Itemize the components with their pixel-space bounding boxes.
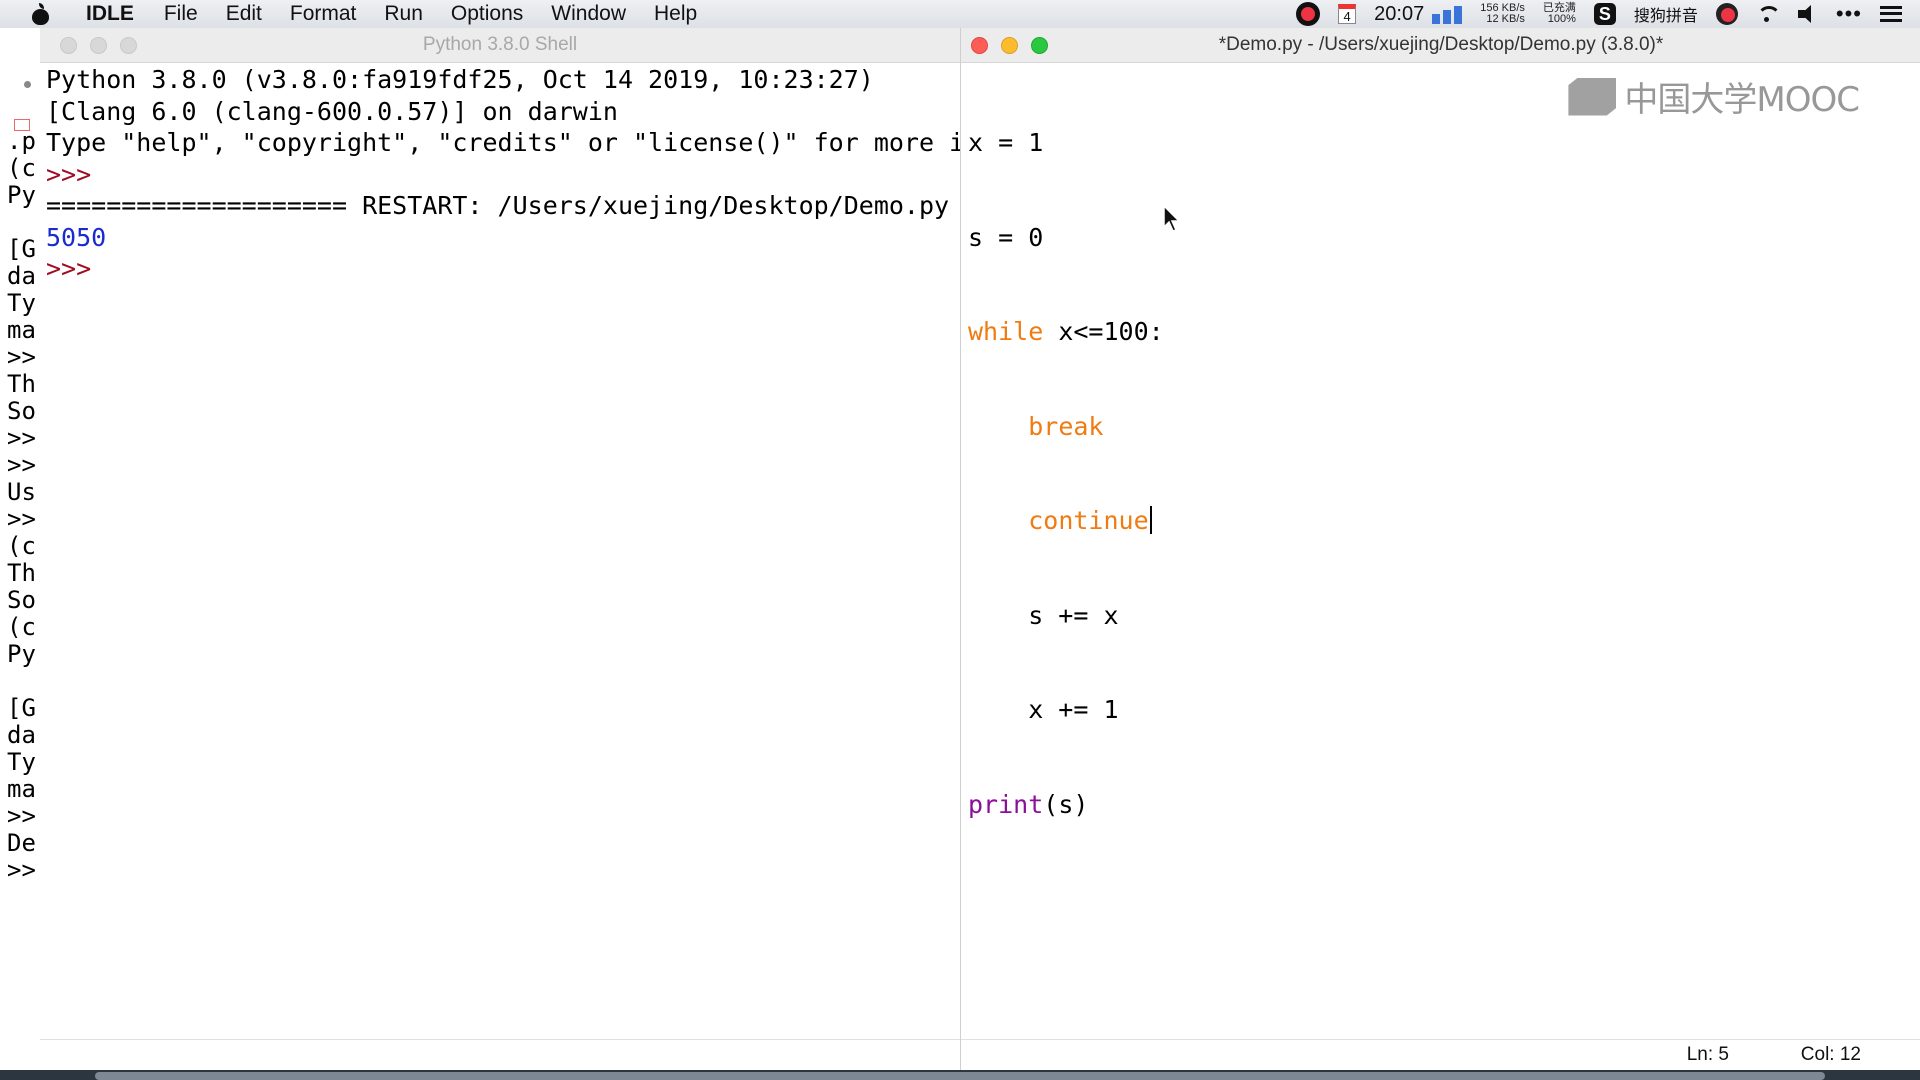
network-speed[interactable]: 156 KB/s 12 KB/s bbox=[1480, 3, 1525, 25]
background-shell-line: >> bbox=[7, 802, 36, 830]
editor-window[interactable]: *Demo.py - /Users/xuejing/Desktop/Demo.p… bbox=[960, 28, 1920, 1070]
menu-edit[interactable]: Edit bbox=[226, 2, 262, 26]
background-shell-line: da bbox=[7, 721, 36, 749]
python-shell-window[interactable]: Python 3.8.0 Shell Python 3.8.0 (v3.8.0:… bbox=[40, 28, 960, 1070]
keyword-while: while bbox=[968, 317, 1044, 346]
battery-indicator[interactable]: 已充满 100% bbox=[1543, 3, 1576, 25]
background-shell-line bbox=[7, 665, 36, 692]
background-shell-line: .p bbox=[7, 127, 36, 155]
sogou-input-icon[interactable]: S bbox=[1593, 3, 1616, 25]
shell-line: Python 3.8.0 (v3.8.0:fa919fdf25, Oct 14 … bbox=[46, 65, 874, 94]
background-shell-line: Th bbox=[7, 559, 36, 587]
dock-edge bbox=[0, 1070, 1920, 1080]
editor-titlebar[interactable]: *Demo.py - /Users/xuejing/Desktop/Demo.p… bbox=[961, 28, 1920, 63]
menu-help[interactable]: Help bbox=[654, 2, 697, 26]
battery-percent: 100% bbox=[1547, 13, 1576, 25]
shell-line: >>> bbox=[46, 159, 92, 189]
editor-status-bar: Ln: 5 Col: 12 bbox=[961, 1039, 1920, 1070]
background-shell-line: So bbox=[7, 586, 36, 614]
keyword-continue: continue bbox=[1028, 506, 1149, 535]
app-status-icon[interactable] bbox=[1715, 3, 1738, 25]
code-line-7: x += 1 bbox=[968, 695, 1119, 724]
code-line-4: break bbox=[968, 411, 1164, 443]
background-shell-line: da bbox=[7, 262, 36, 290]
column-number: Col: 12 bbox=[1800, 1044, 1861, 1065]
background-shell-line: >> bbox=[7, 451, 36, 479]
background-shell-line: Th bbox=[7, 370, 36, 398]
code-line-8: print(s) bbox=[968, 789, 1089, 819]
cpu-monitor-icon[interactable] bbox=[1432, 4, 1463, 24]
background-shell-line: De bbox=[7, 829, 36, 857]
background-shell-line: Us bbox=[7, 478, 36, 506]
background-shell-line: (c bbox=[7, 532, 36, 560]
calendar-icon[interactable]: 4 bbox=[1338, 4, 1357, 24]
apple-icon[interactable] bbox=[30, 3, 50, 25]
background-shell-line: So bbox=[7, 397, 36, 425]
screen-recorder-icon[interactable] bbox=[1296, 2, 1321, 26]
window-button-icon bbox=[24, 81, 31, 88]
background-shell-line: >> bbox=[7, 424, 36, 452]
menu-format[interactable]: Format bbox=[290, 2, 357, 26]
menu-file[interactable]: File bbox=[164, 2, 198, 26]
text-caret bbox=[1149, 506, 1152, 534]
background-shell-line: >> bbox=[7, 856, 36, 884]
background-shell-line: >> bbox=[7, 505, 36, 533]
code-editor[interactable]: x = 1 s = 0 while x<=100: break continue… bbox=[968, 64, 1164, 883]
keyword-break: break bbox=[1028, 411, 1104, 441]
code-line-3: while x<=100: bbox=[968, 317, 1164, 346]
shell-line: 5050 bbox=[46, 222, 107, 252]
mooc-logo-icon bbox=[1568, 77, 1617, 116]
background-shell-line: ma bbox=[7, 775, 36, 803]
menu-window[interactable]: Window bbox=[551, 2, 626, 26]
shell-output[interactable]: Python 3.8.0 (v3.8.0:fa919fdf25, Oct 14 … bbox=[46, 64, 960, 285]
watermark-text: 中国大学MOOC bbox=[1624, 80, 1860, 120]
shell-line: >>> bbox=[46, 254, 92, 283]
volume-icon[interactable] bbox=[1796, 3, 1818, 25]
background-shell-line: (c bbox=[7, 154, 36, 182]
background-shell-line: Py bbox=[7, 640, 36, 668]
mooc-watermark: 中国大学MOOC bbox=[1568, 72, 1860, 121]
background-shell-text: .p (c Py [G da Ty ma >> Th So >> >> Us >> (c Th So (c Py [G… bbox=[7, 125, 36, 884]
background-shell-line: ma bbox=[7, 316, 36, 344]
notification-center-icon[interactable] bbox=[1880, 6, 1902, 22]
net-down-speed: 12 KB/s bbox=[1486, 13, 1525, 25]
code-line-1: x = 1 bbox=[968, 128, 1044, 157]
background-shell-line: Py bbox=[7, 181, 36, 209]
background-shell-window[interactable]: .p (c Py [G da Ty ma >> Th So >> >> Us >> (c Th So (c Py [G… bbox=[0, 28, 41, 1070]
line-number: Ln: 5 bbox=[1686, 1044, 1729, 1065]
shell-title: Python 3.8.0 Shell bbox=[422, 34, 578, 55]
background-shell-line: Ty bbox=[7, 748, 36, 776]
shell-line: ==================== RESTART: /Users/xue… bbox=[46, 191, 950, 220]
status-area: 4 20:07 156 KB/s 12 KB/s 已充满 100% S 搜狗拼音… bbox=[1296, 0, 1920, 28]
shell-titlebar[interactable]: Python 3.8.0 Shell bbox=[40, 28, 960, 63]
more-icon[interactable]: ••• bbox=[1836, 1, 1862, 27]
code-line-6: s += x bbox=[968, 600, 1119, 630]
menu-options[interactable]: Options bbox=[451, 2, 523, 26]
builtin-print: print bbox=[968, 789, 1044, 819]
menu-app-idle[interactable]: IDLE bbox=[86, 2, 134, 26]
code-line-5: continue bbox=[968, 505, 1164, 537]
background-shell-line: [G bbox=[7, 694, 36, 722]
menu-run[interactable]: Run bbox=[384, 2, 423, 26]
background-shell-line: [G bbox=[7, 235, 36, 263]
background-shell-line: Ty bbox=[7, 289, 36, 317]
shell-line: Type "help", "copyright", "credits" or "… bbox=[46, 128, 960, 157]
menu-bar: IDLE File Edit Format Run Options Window… bbox=[0, 0, 1920, 29]
shell-line: [Clang 6.0 (clang-600.0.57)] on darwin bbox=[46, 96, 618, 126]
code-line-2: s = 0 bbox=[968, 222, 1044, 252]
background-shell-line bbox=[7, 206, 36, 233]
background-shell-line: >> bbox=[7, 343, 36, 371]
background-shell-line: (c bbox=[7, 613, 36, 641]
input-method-label[interactable]: 搜狗拼音 bbox=[1634, 2, 1698, 26]
shell-status-bar bbox=[40, 1039, 960, 1070]
clock[interactable]: 20:07 bbox=[1374, 3, 1424, 26]
wifi-icon[interactable] bbox=[1756, 3, 1781, 25]
editor-title: *Demo.py - /Users/xuejing/Desktop/Demo.p… bbox=[1218, 34, 1664, 55]
